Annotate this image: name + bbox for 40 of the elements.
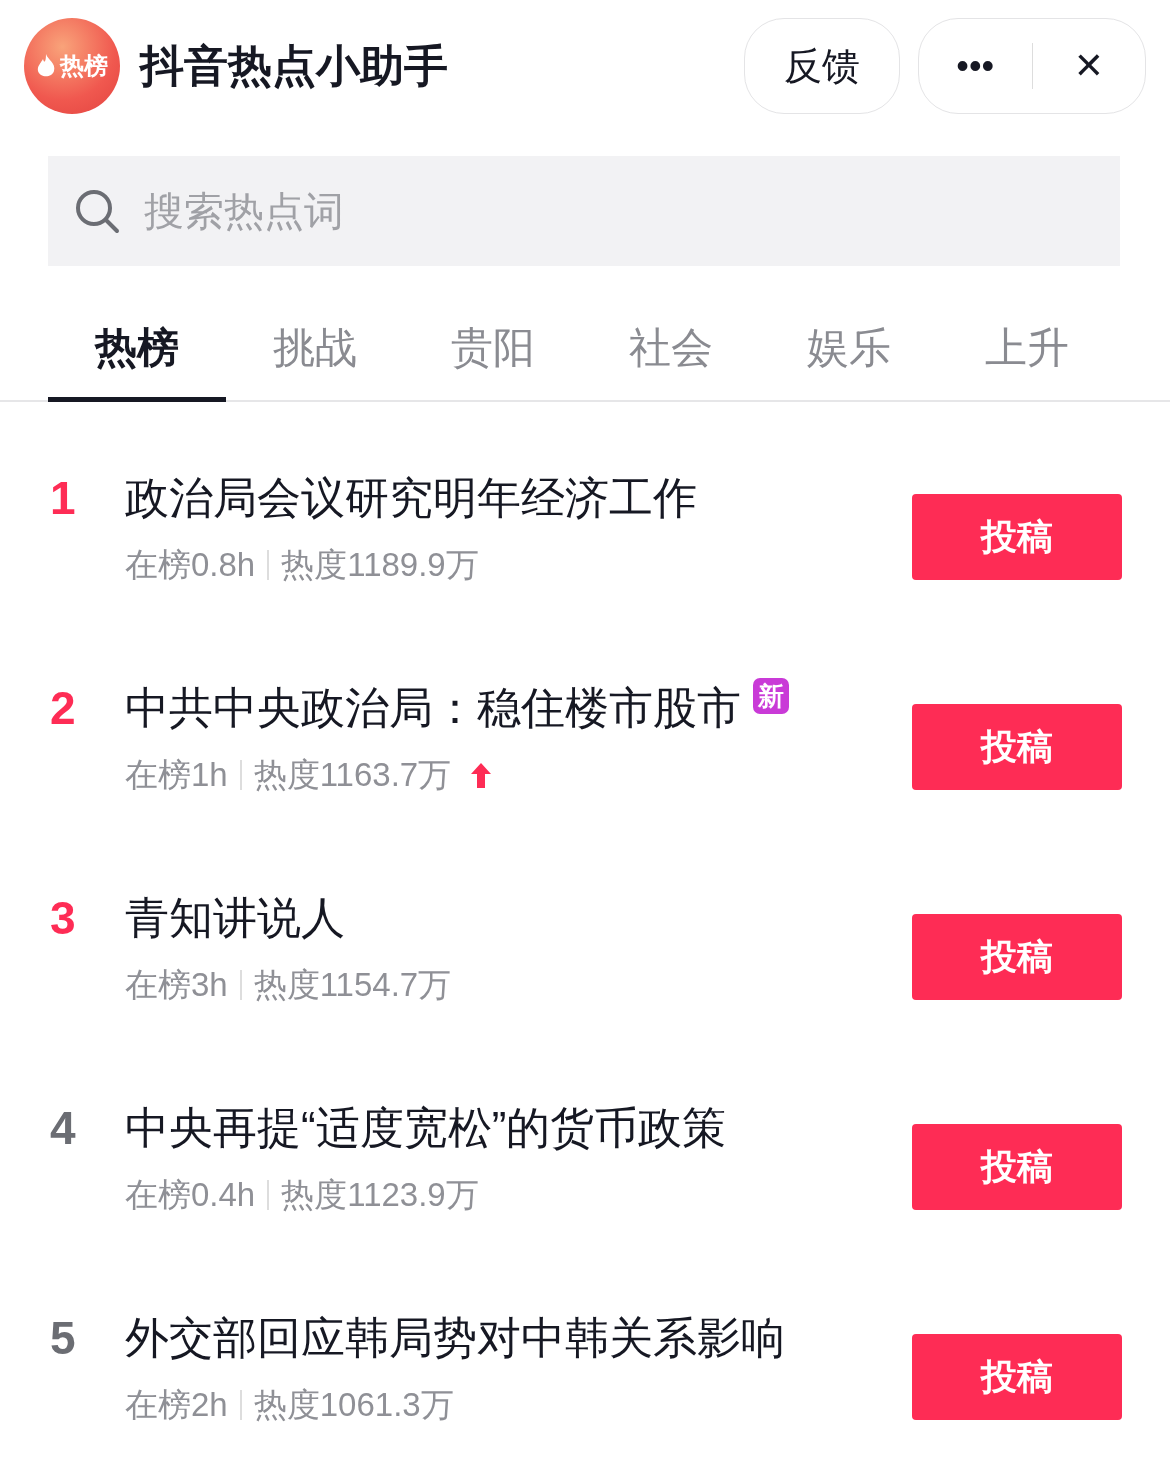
post-button[interactable]: 投稿 — [912, 494, 1122, 580]
post-button[interactable]: 投稿 — [912, 1124, 1122, 1210]
rank-number: 3 — [50, 891, 77, 946]
close-button[interactable]: ✕ — [1032, 19, 1145, 113]
time-on-list: 在榜0.8h — [125, 540, 256, 590]
heat-value: 热度1189.9万 — [281, 545, 479, 585]
time-on-list: 在榜1h — [125, 750, 228, 800]
tab[interactable]: 挑战 — [226, 298, 404, 402]
feedback-button[interactable]: 反馈 — [744, 18, 900, 114]
topic-title[interactable]: 青知讲说人 — [125, 888, 345, 948]
post-button[interactable]: 投稿 — [912, 1334, 1122, 1420]
more-button[interactable]: ••• — [919, 19, 1032, 113]
flame-icon — [36, 54, 56, 78]
heat-value: 热度1163.7万 — [253, 755, 452, 795]
search-field[interactable]: 搜索热点词 — [48, 156, 1120, 266]
heat-value: 热度1123.9万 — [281, 1175, 479, 1215]
search-icon — [74, 188, 120, 234]
time-on-list: 在榜0.4h — [125, 1170, 256, 1220]
heat-value: 热度1154.7万 — [253, 965, 452, 1005]
time-on-list: 在榜2h — [125, 1380, 228, 1430]
post-button[interactable]: 投稿 — [912, 914, 1122, 1000]
heat-value: 热度1061.3万 — [253, 1385, 454, 1425]
tab[interactable]: 娱乐 — [760, 298, 938, 402]
rank-number: 4 — [50, 1101, 77, 1156]
rank-number: 5 — [50, 1311, 77, 1366]
rank-number: 2 — [50, 681, 77, 736]
post-button[interactable]: 投稿 — [912, 704, 1122, 790]
topic-title[interactable]: 中央再提“适度宽松”的货币政策 — [125, 1098, 727, 1158]
tab[interactable]: 上升 — [938, 298, 1116, 402]
time-on-list: 在榜3h — [125, 960, 228, 1010]
tab[interactable]: 社会 — [582, 298, 760, 402]
tab[interactable]: 热榜 — [48, 298, 226, 402]
tab[interactable]: 贵阳 — [404, 298, 582, 402]
topic-title[interactable]: 政治局会议研究明年经济工作 — [125, 468, 697, 528]
topic-title[interactable]: 外交部回应韩局势对中韩关系影响 — [125, 1308, 785, 1368]
topic-title[interactable]: 中共中央政治局：稳住楼市股市 — [125, 678, 741, 738]
rank-number: 1 — [50, 471, 77, 526]
new-badge: 新 — [753, 678, 789, 714]
logo-text: 热榜 — [60, 51, 108, 81]
app-title: 抖音热点小助手 — [140, 40, 448, 92]
